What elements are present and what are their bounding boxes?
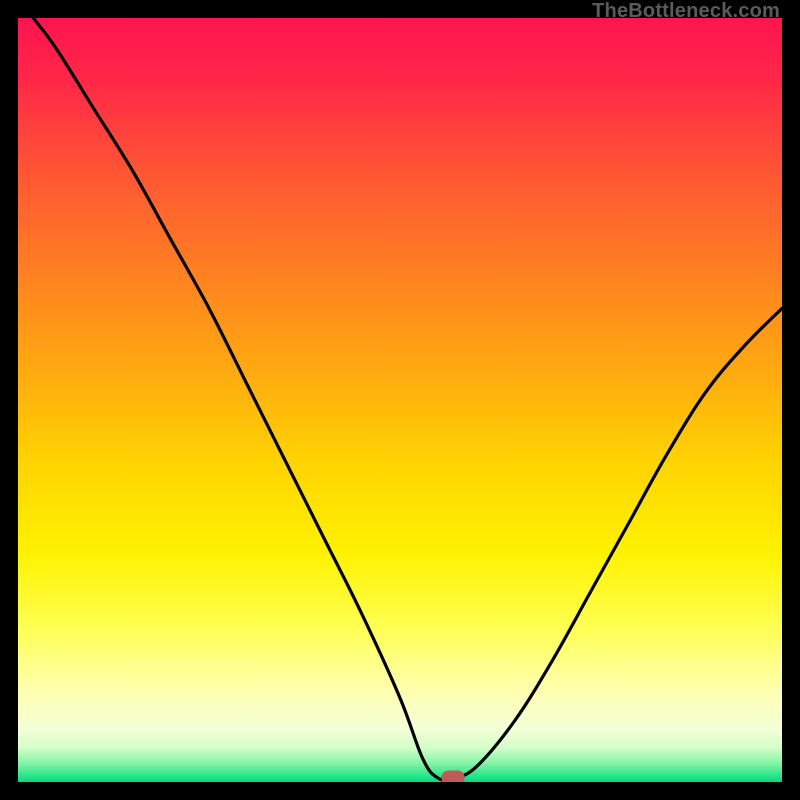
bottleneck-curve	[18, 18, 782, 782]
attribution-text: TheBottleneck.com	[592, 0, 780, 23]
plot-area	[18, 18, 782, 782]
optimal-point-marker	[442, 771, 465, 782]
chart-frame: TheBottleneck.com	[0, 0, 800, 800]
